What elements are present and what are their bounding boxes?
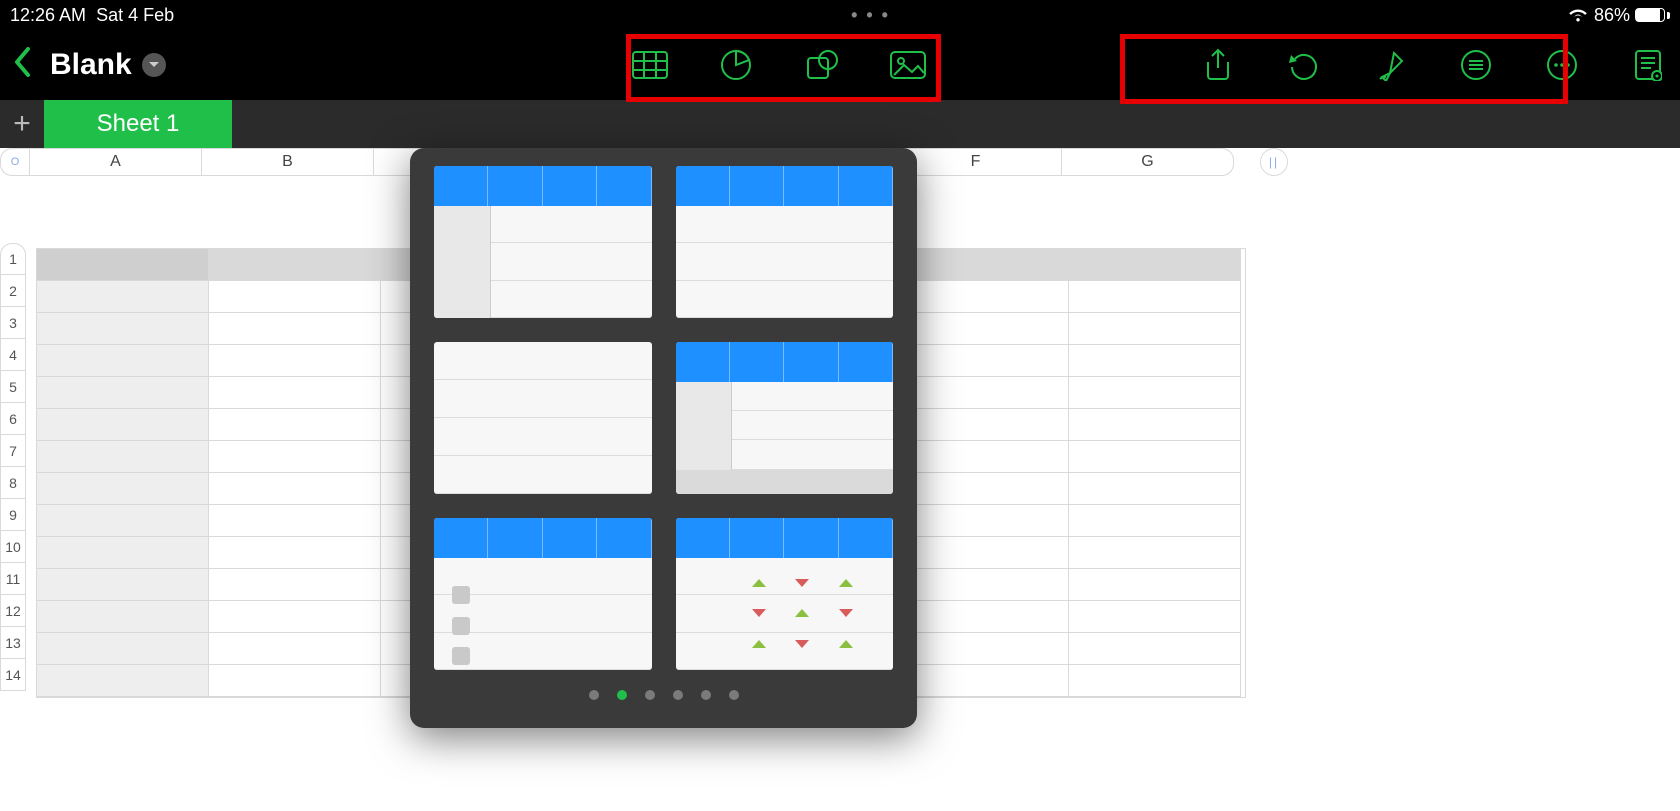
undo-icon[interactable] [1284, 45, 1324, 85]
row-header[interactable]: 14 [0, 659, 26, 691]
col-header-A[interactable]: A [30, 148, 202, 176]
status-date: Sat 4 Feb [96, 5, 174, 26]
row-header[interactable]: 4 [0, 339, 26, 371]
template-checklist[interactable] [434, 518, 652, 670]
page-dot-active[interactable] [617, 690, 627, 700]
row-headers: 1 2 3 4 5 6 7 8 9 10 11 12 13 14 [0, 243, 26, 691]
battery-icon [1635, 8, 1670, 22]
format-brush-icon[interactable] [1370, 45, 1410, 85]
select-all-corner[interactable]: O [0, 148, 30, 176]
column-handle[interactable]: || [1260, 148, 1288, 176]
col-header-G[interactable]: G [1062, 148, 1234, 176]
col-header-B[interactable]: B [202, 148, 374, 176]
chevron-down-icon [142, 53, 166, 77]
table-icon[interactable] [630, 45, 670, 85]
page-dot[interactable] [645, 690, 655, 700]
document-title[interactable]: Blank [50, 48, 166, 82]
row-header[interactable]: 13 [0, 627, 26, 659]
document-title-text: Blank [50, 48, 132, 82]
document-settings-icon[interactable] [1628, 45, 1668, 85]
battery-pct: 86% [1594, 5, 1630, 26]
status-bar: 12:26 AM Sat 4 Feb • • • 86% [0, 0, 1680, 30]
template-header-fcol-footer[interactable] [676, 342, 894, 494]
row-header[interactable]: 9 [0, 499, 26, 531]
table-templates-popover [410, 148, 917, 728]
sheet-tab-strip: + Sheet 1 [0, 100, 1680, 148]
page-dot[interactable] [673, 690, 683, 700]
page-dot[interactable] [701, 690, 711, 700]
page-indicator[interactable] [434, 690, 893, 700]
template-plain[interactable] [434, 342, 652, 494]
row-header[interactable]: 6 [0, 403, 26, 435]
row-header[interactable]: 2 [0, 275, 26, 307]
page-dot[interactable] [729, 690, 739, 700]
main-toolbar: Blank [0, 30, 1680, 100]
page-dot[interactable] [589, 690, 599, 700]
chart-icon[interactable] [716, 45, 756, 85]
template-header-first-col[interactable] [434, 166, 652, 318]
template-header-only[interactable] [676, 166, 894, 318]
insert-toolbar-group [630, 45, 928, 85]
row-header[interactable]: 7 [0, 435, 26, 467]
media-icon[interactable] [888, 45, 928, 85]
row-header[interactable]: 10 [0, 531, 26, 563]
row-header[interactable]: 3 [0, 307, 26, 339]
row-header[interactable]: 8 [0, 467, 26, 499]
multitask-dots[interactable]: • • • [174, 5, 1567, 26]
status-time: 12:26 AM [10, 5, 86, 26]
row-header[interactable]: 1 [0, 243, 26, 275]
organize-icon[interactable] [1456, 45, 1496, 85]
share-icon[interactable] [1198, 45, 1238, 85]
row-header[interactable]: 12 [0, 595, 26, 627]
actions-toolbar-group [1198, 45, 1668, 85]
wifi-icon [1567, 7, 1589, 23]
more-icon[interactable] [1542, 45, 1582, 85]
template-grid [434, 166, 893, 670]
back-button[interactable] [6, 41, 38, 89]
add-sheet-button[interactable]: + [0, 100, 44, 148]
sheet-tab-1[interactable]: Sheet 1 [44, 100, 232, 148]
row-header[interactable]: 11 [0, 563, 26, 595]
row-header[interactable]: 5 [0, 371, 26, 403]
template-triangles[interactable] [676, 518, 894, 670]
shape-icon[interactable] [802, 45, 842, 85]
